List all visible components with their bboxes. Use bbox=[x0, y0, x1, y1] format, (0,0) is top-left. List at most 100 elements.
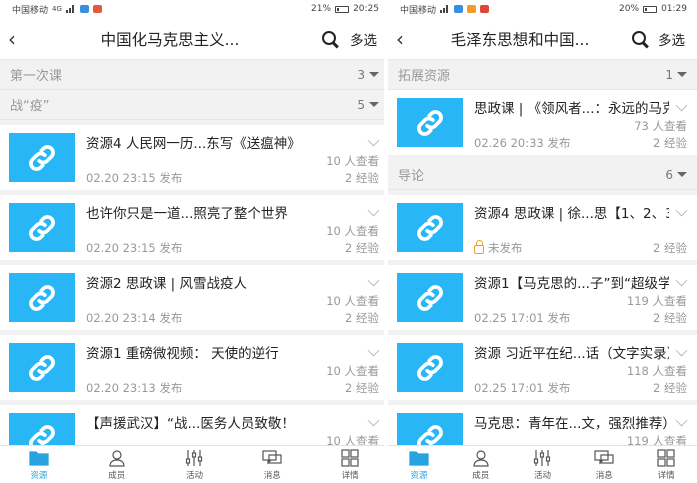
tab-label: 活动 bbox=[533, 470, 551, 481]
resource-title: 思政课 | 《领风者...：永远的马克思 bbox=[474, 101, 669, 117]
resource-item[interactable]: 马克思：青年在...文，强烈推荐）119 人查看02.25 17:01 发布2 … bbox=[388, 405, 697, 445]
folder-icon bbox=[409, 449, 429, 467]
tab-person[interactable]: 成员 bbox=[450, 446, 512, 483]
section-header[interactable]: 导论 6 bbox=[388, 160, 697, 190]
view-count: 10 人查看 bbox=[326, 364, 379, 378]
view-count: 119 人查看 bbox=[626, 294, 687, 308]
resource-title: 资源2 思政课 | 风雪战疫人 bbox=[86, 276, 248, 292]
chat-icon bbox=[594, 449, 614, 467]
tab-grid[interactable]: 详情 bbox=[311, 446, 389, 483]
resource-item[interactable]: 资源 习近平在纪...话（文字实录） 118 人查看 02.25 17:01 发布 2… bbox=[388, 335, 697, 400]
person-icon bbox=[471, 449, 491, 467]
chevron-down-icon[interactable] bbox=[367, 204, 380, 217]
top-nav-bar: ‹ 毛泽东思想和中国... 多选 bbox=[388, 18, 697, 60]
resource-item[interactable]: 思政课 | 《领风者...：永远的马克思 73 人查看 02.26 20:33 发布… bbox=[388, 90, 697, 155]
bottom-tab-bar: 资源 成员 活动 消息 详情 bbox=[388, 445, 697, 483]
status-bar: 中国移动 20% 01:29 bbox=[388, 0, 697, 18]
link-icon bbox=[397, 343, 463, 392]
link-icon bbox=[397, 273, 463, 322]
publish-date-text: 02.20 23:14 发布 bbox=[86, 311, 183, 325]
link-icon bbox=[9, 133, 75, 182]
tab-label: 成员 bbox=[472, 470, 490, 481]
section-header[interactable]: 战“疫” 5 bbox=[0, 90, 389, 120]
resource-item[interactable]: 【声援武汉】“战...医务人员致敬！10 人查看02.20 22:52 发布2 … bbox=[0, 405, 389, 445]
resource-item[interactable]: 资源4 人民网一历...东写《送瘟神》 10 人查看 02.20 23:15 发布 2… bbox=[0, 125, 389, 190]
tab-label: 消息 bbox=[595, 470, 613, 481]
dropdown-triangle-icon bbox=[677, 72, 687, 77]
chevron-down-icon[interactable] bbox=[675, 344, 688, 357]
tab-label: 详情 bbox=[341, 470, 359, 481]
tab-folder[interactable]: 资源 bbox=[0, 446, 78, 483]
section-title: 战“疫” bbox=[10, 99, 50, 114]
publish-date: 02.20 23:15 发布 bbox=[86, 170, 182, 186]
app-notification-icon bbox=[480, 5, 490, 13]
chevron-down-icon[interactable] bbox=[367, 274, 380, 287]
top-nav-bar: ‹ 中国化马克思主义... 多选 bbox=[0, 18, 389, 60]
tab-chat[interactable]: 消息 bbox=[573, 446, 635, 483]
tab-sliders[interactable]: 活动 bbox=[512, 446, 574, 483]
left-phone-screen: 中国移动 4G 21% 20:25 ‹ 中国化马克思主义... 多选 第一次课 … bbox=[0, 0, 389, 483]
view-count: 73 人查看 bbox=[634, 119, 687, 133]
resource-item[interactable]: 资源4 思政课 | 徐...思【1、2、3】 未发布 2 经验 bbox=[388, 195, 697, 260]
publish-date: 02.20 23:15 发布 bbox=[86, 240, 182, 256]
experience-points: 2 经验 bbox=[345, 241, 379, 255]
chevron-down-icon[interactable] bbox=[367, 414, 380, 427]
clock-time: 01:29 bbox=[661, 4, 687, 14]
resource-item[interactable]: 资源1【马克思的...子”到“超级学霸” 119 人查看 02.25 17:01 发… bbox=[388, 265, 697, 330]
experience-points: 2 经验 bbox=[653, 136, 687, 150]
network-label: 4G bbox=[52, 5, 62, 13]
app-notification-icon bbox=[454, 5, 464, 13]
publish-date-text: 02.20 23:13 发布 bbox=[86, 381, 183, 395]
chevron-down-icon[interactable] bbox=[675, 414, 688, 427]
dropdown-triangle-icon bbox=[677, 172, 687, 177]
experience-points: 2 经验 bbox=[345, 381, 379, 395]
clock-time: 20:25 bbox=[353, 4, 379, 14]
publish-date-text: 02.26 20:33 发布 bbox=[474, 136, 571, 150]
view-count: 10 人查看 bbox=[326, 294, 379, 308]
multi-select-button[interactable]: 多选 bbox=[658, 29, 685, 49]
chevron-down-icon[interactable] bbox=[367, 344, 380, 357]
grid-icon bbox=[340, 448, 360, 467]
tab-sliders[interactable]: 活动 bbox=[156, 446, 234, 483]
resource-list[interactable]: 拓展资源 1 思政课 | 《领风者...：永远的马克思 73 人查看 02.26 2… bbox=[388, 60, 697, 445]
link-icon bbox=[9, 343, 75, 392]
resource-item[interactable]: 资源2 思政课 | 风雪战疫人 10 人查看 02.20 23:14 发布 2 经验 bbox=[0, 265, 389, 330]
tab-person[interactable]: 成员 bbox=[78, 446, 156, 483]
resource-item[interactable]: 资源1 重磅微视频： 天使的逆行 10 人查看 02.20 23:13 发布 2 经验 bbox=[0, 335, 389, 400]
lock-icon bbox=[474, 240, 484, 254]
multi-select-button[interactable]: 多选 bbox=[350, 29, 377, 49]
view-count: 10 人查看 bbox=[326, 434, 379, 445]
publish-date-text: 02.25 17:01 发布 bbox=[474, 311, 571, 325]
tab-label: 详情 bbox=[657, 470, 675, 481]
section-header[interactable]: 第一次课 3 bbox=[0, 60, 389, 90]
experience-points: 2 经验 bbox=[345, 311, 379, 325]
resource-list[interactable]: 第一次课 3 战“疫” 5 资源4 人民网一历...东写《送瘟神》 10 人查看 0… bbox=[0, 60, 389, 445]
view-count: 10 人查看 bbox=[326, 154, 379, 168]
link-icon bbox=[9, 203, 75, 252]
folder-icon bbox=[29, 449, 49, 467]
section-count: 5 bbox=[357, 97, 365, 112]
link-icon bbox=[9, 273, 75, 322]
chevron-down-icon[interactable] bbox=[675, 99, 688, 112]
dropdown-triangle-icon bbox=[369, 102, 379, 107]
search-icon[interactable] bbox=[630, 29, 650, 49]
resource-title: 马克思：青年在...文，强烈推荐） bbox=[474, 416, 669, 432]
tab-chat[interactable]: 消息 bbox=[233, 446, 311, 483]
section-count: 3 bbox=[357, 67, 365, 82]
section-header[interactable]: 拓展资源 1 bbox=[388, 60, 697, 90]
search-icon[interactable] bbox=[320, 29, 340, 49]
carrier-label: 中国移动 bbox=[400, 5, 437, 16]
resource-item[interactable]: 也许你只是一道...照亮了整个世界 10 人查看 02.20 23:15 发布 2 经… bbox=[0, 195, 389, 260]
chevron-down-icon[interactable] bbox=[675, 274, 688, 287]
publish-date: 02.26 20:33 发布 bbox=[474, 135, 570, 151]
screenshot-stage: 中国移动 4G 21% 20:25 ‹ 中国化马克思主义... 多选 第一次课 … bbox=[0, 0, 697, 483]
chevron-down-icon[interactable] bbox=[675, 204, 688, 217]
chevron-left-icon[interactable]: ‹ bbox=[8, 29, 24, 49]
chevron-left-icon[interactable]: ‹ bbox=[396, 29, 412, 49]
page-title: 中国化马克思主义... bbox=[100, 30, 240, 49]
chevron-down-icon[interactable] bbox=[367, 134, 380, 147]
tab-folder[interactable]: 资源 bbox=[388, 446, 450, 483]
tab-grid[interactable]: 详情 bbox=[635, 446, 697, 483]
experience-points: 2 经验 bbox=[345, 171, 379, 185]
carrier-label: 中国移动 bbox=[12, 5, 49, 16]
